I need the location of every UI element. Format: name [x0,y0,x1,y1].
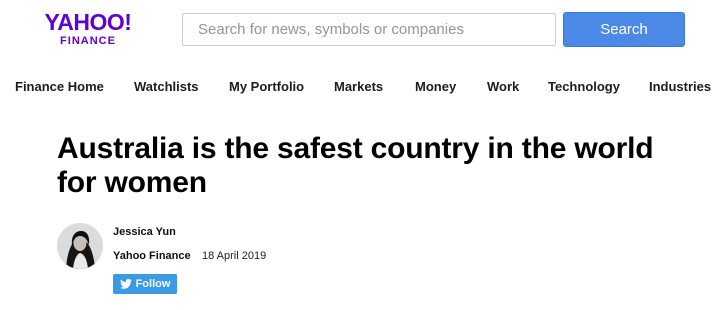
main-nav: Finance Home Watchlists My Portfolio Mar… [0,79,723,99]
author-avatar[interactable] [57,223,103,269]
article-provider[interactable]: Yahoo Finance [113,250,191,262]
search-button[interactable]: Search [563,12,685,47]
nav-industries[interactable]: Industries [649,79,711,94]
logo-wordmark: YAHOO! [44,9,132,35]
nav-work[interactable]: Work [487,79,519,94]
logo-finance-label: FINANCE [60,35,116,47]
nav-watchlists[interactable]: Watchlists [134,79,199,94]
follow-label: Follow [135,278,171,290]
follow-button[interactable]: Follow [113,274,177,294]
publish-date: 18 April 2019 [202,250,267,262]
nav-technology[interactable]: Technology [548,79,620,94]
nav-my-portfolio[interactable]: My Portfolio [229,79,304,94]
twitter-bird-icon [119,279,132,289]
nav-finance-home[interactable]: Finance Home [15,79,104,94]
article-headline: Australia is the safest country in the w… [57,132,654,199]
nav-markets[interactable]: Markets [334,79,383,94]
search-input[interactable] [182,13,556,46]
yahoo-finance-logo[interactable]: YAHOO! FINANCE [40,10,136,48]
author-photo [57,223,103,269]
nav-money[interactable]: Money [415,79,456,94]
author-name[interactable]: Jessica Yun [113,226,176,238]
